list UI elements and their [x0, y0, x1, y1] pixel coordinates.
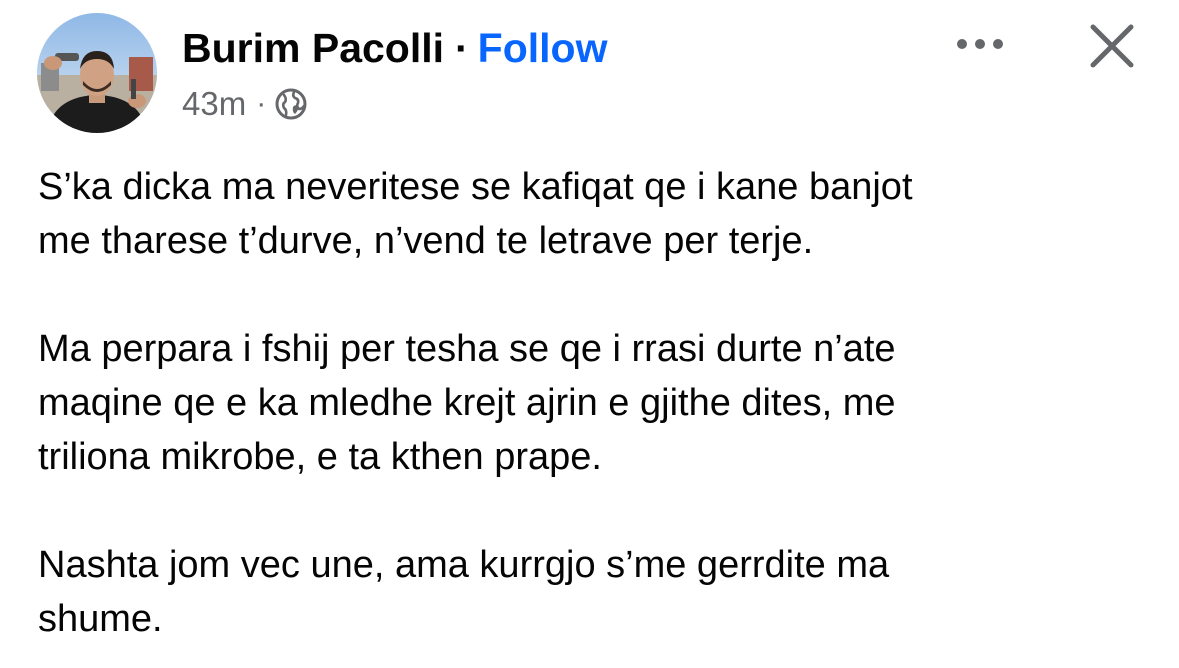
post-body: S’ka dicka ma neveritese se kafiqat qe i…: [38, 160, 1148, 646]
post-timestamp[interactable]: 43m: [182, 82, 246, 126]
author-separator: ·: [455, 25, 469, 71]
author-line: Burim Pacolli · Follow: [182, 22, 607, 74]
post-header: Burim Pacolli · Follow 43m ·: [0, 0, 1179, 140]
author-name[interactable]: Burim Pacolli: [182, 22, 444, 74]
close-button[interactable]: [1086, 20, 1138, 72]
post-paragraph: Ma perpara i fshij per tesha se qe i rra…: [38, 328, 896, 478]
post-paragraph: S’ka dicka ma neveritese se kafiqat qe i…: [38, 166, 913, 262]
globe-icon[interactable]: [274, 87, 308, 121]
close-icon: [1090, 24, 1134, 68]
follow-button[interactable]: Follow: [478, 22, 608, 74]
post-paragraph: Nashta jom vec une, ama kurrgjo s’me ger…: [38, 544, 890, 640]
meta-separator: ·: [256, 87, 267, 120]
more-horizontal-icon: [957, 39, 1003, 49]
avatar-photo: [37, 13, 157, 133]
more-options-button[interactable]: [952, 22, 1008, 66]
avatar[interactable]: [37, 13, 157, 133]
post-meta: 43m ·: [182, 82, 308, 126]
